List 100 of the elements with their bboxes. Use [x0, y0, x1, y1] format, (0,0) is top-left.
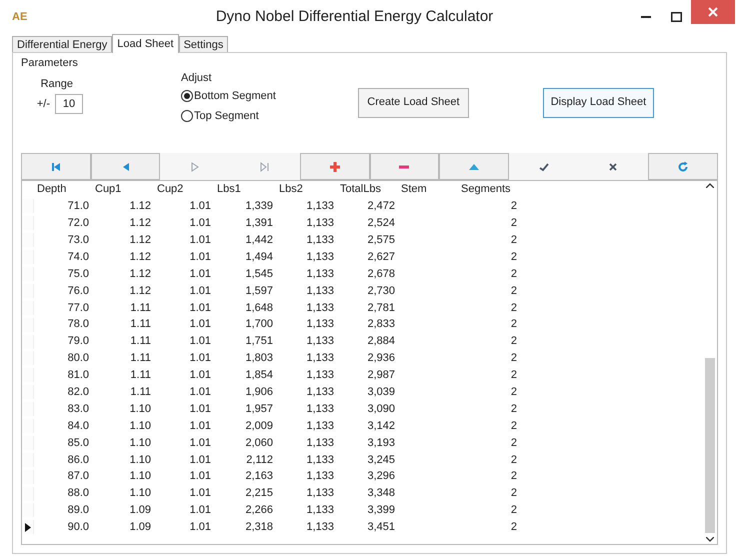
column-header[interactable]: Segments [458, 181, 520, 198]
column-header[interactable]: Lbs2 [276, 181, 337, 198]
table-cell: 1.12 [130, 234, 151, 246]
table-cell: 2 [510, 521, 517, 534]
table-cell: 2,730 [367, 284, 395, 297]
action-button[interactable]: Create Load Sheet [358, 88, 469, 118]
table-cell: 85.0 [68, 436, 89, 449]
table-cell: 1,648 [245, 302, 273, 314]
table-cell: 1.01 [190, 234, 211, 246]
table-cell: 1.12 [130, 250, 151, 263]
table-cell: 1,494 [245, 250, 273, 263]
table-cell: 1,133 [306, 454, 334, 466]
table-cell: 1,133 [306, 402, 334, 415]
table-cell: 1.10 [130, 420, 151, 432]
table-cell: 1,133 [306, 268, 334, 280]
table-cell: 1.01 [190, 386, 211, 398]
table-cell: 1.01 [190, 420, 211, 432]
table-cell: 1,803 [245, 352, 273, 364]
table-cell: 1.10 [130, 436, 151, 449]
table-cell: 74.0 [68, 250, 89, 263]
navigator-button[interactable] [439, 153, 509, 180]
table-cell: 1.12 [130, 268, 151, 280]
navigator-button[interactable] [90, 153, 160, 180]
table-cell: 1.11 [130, 335, 151, 348]
table-cell: 1.01 [190, 302, 211, 314]
column-header[interactable]: Stem [398, 181, 458, 198]
tab[interactable]: Load Sheet [112, 34, 179, 53]
column-header[interactable]: Lbs1 [214, 181, 276, 198]
table-cell: 1,133 [306, 250, 334, 263]
radio-button[interactable] [181, 90, 193, 102]
navigator-button[interactable] [21, 153, 91, 180]
table-cell: 2 [510, 369, 517, 382]
table-cell: 1,133 [306, 521, 334, 534]
table-cell: 1,133 [306, 200, 334, 212]
table-cell: 2 [510, 318, 517, 330]
table-cell: 2 [510, 470, 517, 482]
table-cell: 3,296 [367, 470, 395, 482]
table-cell: 2,318 [245, 521, 273, 534]
table-cell: 1,133 [306, 284, 334, 297]
table-cell: 75.0 [68, 268, 89, 280]
radio-option[interactable]: Top Segment [181, 106, 276, 126]
scroll-up-icon[interactable] [706, 183, 714, 188]
table-cell: 2,163 [245, 470, 273, 482]
action-button[interactable]: Display Load Sheet [542, 88, 654, 118]
tab[interactable]: Differential Energy [12, 36, 112, 52]
table-cell: 1,597 [245, 284, 273, 297]
column-header[interactable]: Cup2 [154, 181, 214, 198]
table-cell: 1,133 [306, 234, 334, 246]
table-cell: 3,039 [367, 386, 395, 398]
table-cell: 1.01 [190, 369, 211, 382]
range-field[interactable]: 10 [55, 94, 83, 114]
table-cell: 77.0 [68, 302, 89, 314]
table-cell: 1,133 [306, 386, 334, 398]
radio-button[interactable] [181, 110, 193, 122]
column-header[interactable]: TotalLbs [337, 181, 398, 198]
navigator-button[interactable] [370, 153, 440, 180]
table-cell: 2 [510, 402, 517, 415]
table-cell: 79.0 [68, 335, 89, 348]
table-cell: 1.01 [190, 454, 211, 466]
table-cell: 1.01 [190, 487, 211, 500]
table-cell: 2,987 [367, 369, 395, 382]
table-cell: 1.10 [130, 402, 151, 415]
table-cell: 76.0 [68, 284, 89, 297]
table-cell: 2 [510, 504, 517, 516]
radio-option[interactable]: Bottom Segment [181, 86, 276, 106]
table-cell: 3,142 [367, 420, 395, 432]
scroll-thumb[interactable] [705, 358, 715, 533]
table-cell: 2 [510, 420, 517, 432]
close-button[interactable] [691, 0, 735, 24]
table-cell: 1.01 [190, 504, 211, 516]
table-cell: 1.11 [130, 352, 151, 364]
next-record-icon [189, 160, 202, 172]
table-cell: 1.12 [130, 200, 151, 212]
table-cell: 1,339 [245, 200, 273, 212]
table-cell: 1,854 [245, 369, 273, 382]
table-cell: 1,957 [245, 402, 273, 415]
table-cell: 2,524 [367, 217, 395, 230]
table-cell: 2,936 [367, 352, 395, 364]
navigator-button[interactable] [300, 153, 370, 180]
table-cell: 1,133 [306, 217, 334, 230]
table-cell: 1,751 [245, 335, 273, 348]
checkmark-icon [538, 160, 550, 172]
scroll-down-icon[interactable] [706, 537, 714, 542]
column-header[interactable]: Depth [34, 181, 92, 198]
tab[interactable]: Settings [178, 36, 228, 52]
column-header[interactable]: Cup1 [92, 181, 154, 198]
scrollbar[interactable] [703, 181, 717, 544]
table-cell: 1.01 [190, 200, 211, 212]
table-cell: 1.01 [190, 250, 211, 263]
table-cell: 1.01 [190, 318, 211, 330]
table-cell: 2,472 [367, 200, 395, 212]
table-cell: 1,391 [245, 217, 273, 230]
first-record-icon [50, 160, 62, 172]
table-cell: 90.0 [68, 521, 89, 534]
table-cell: 3,451 [367, 521, 395, 534]
table-cell: 2,009 [245, 420, 273, 432]
table-cell: 2 [510, 436, 517, 449]
table-cell: 2,884 [367, 335, 395, 348]
app-logo: AE [12, 10, 28, 25]
table-cell: 1,133 [306, 504, 334, 516]
